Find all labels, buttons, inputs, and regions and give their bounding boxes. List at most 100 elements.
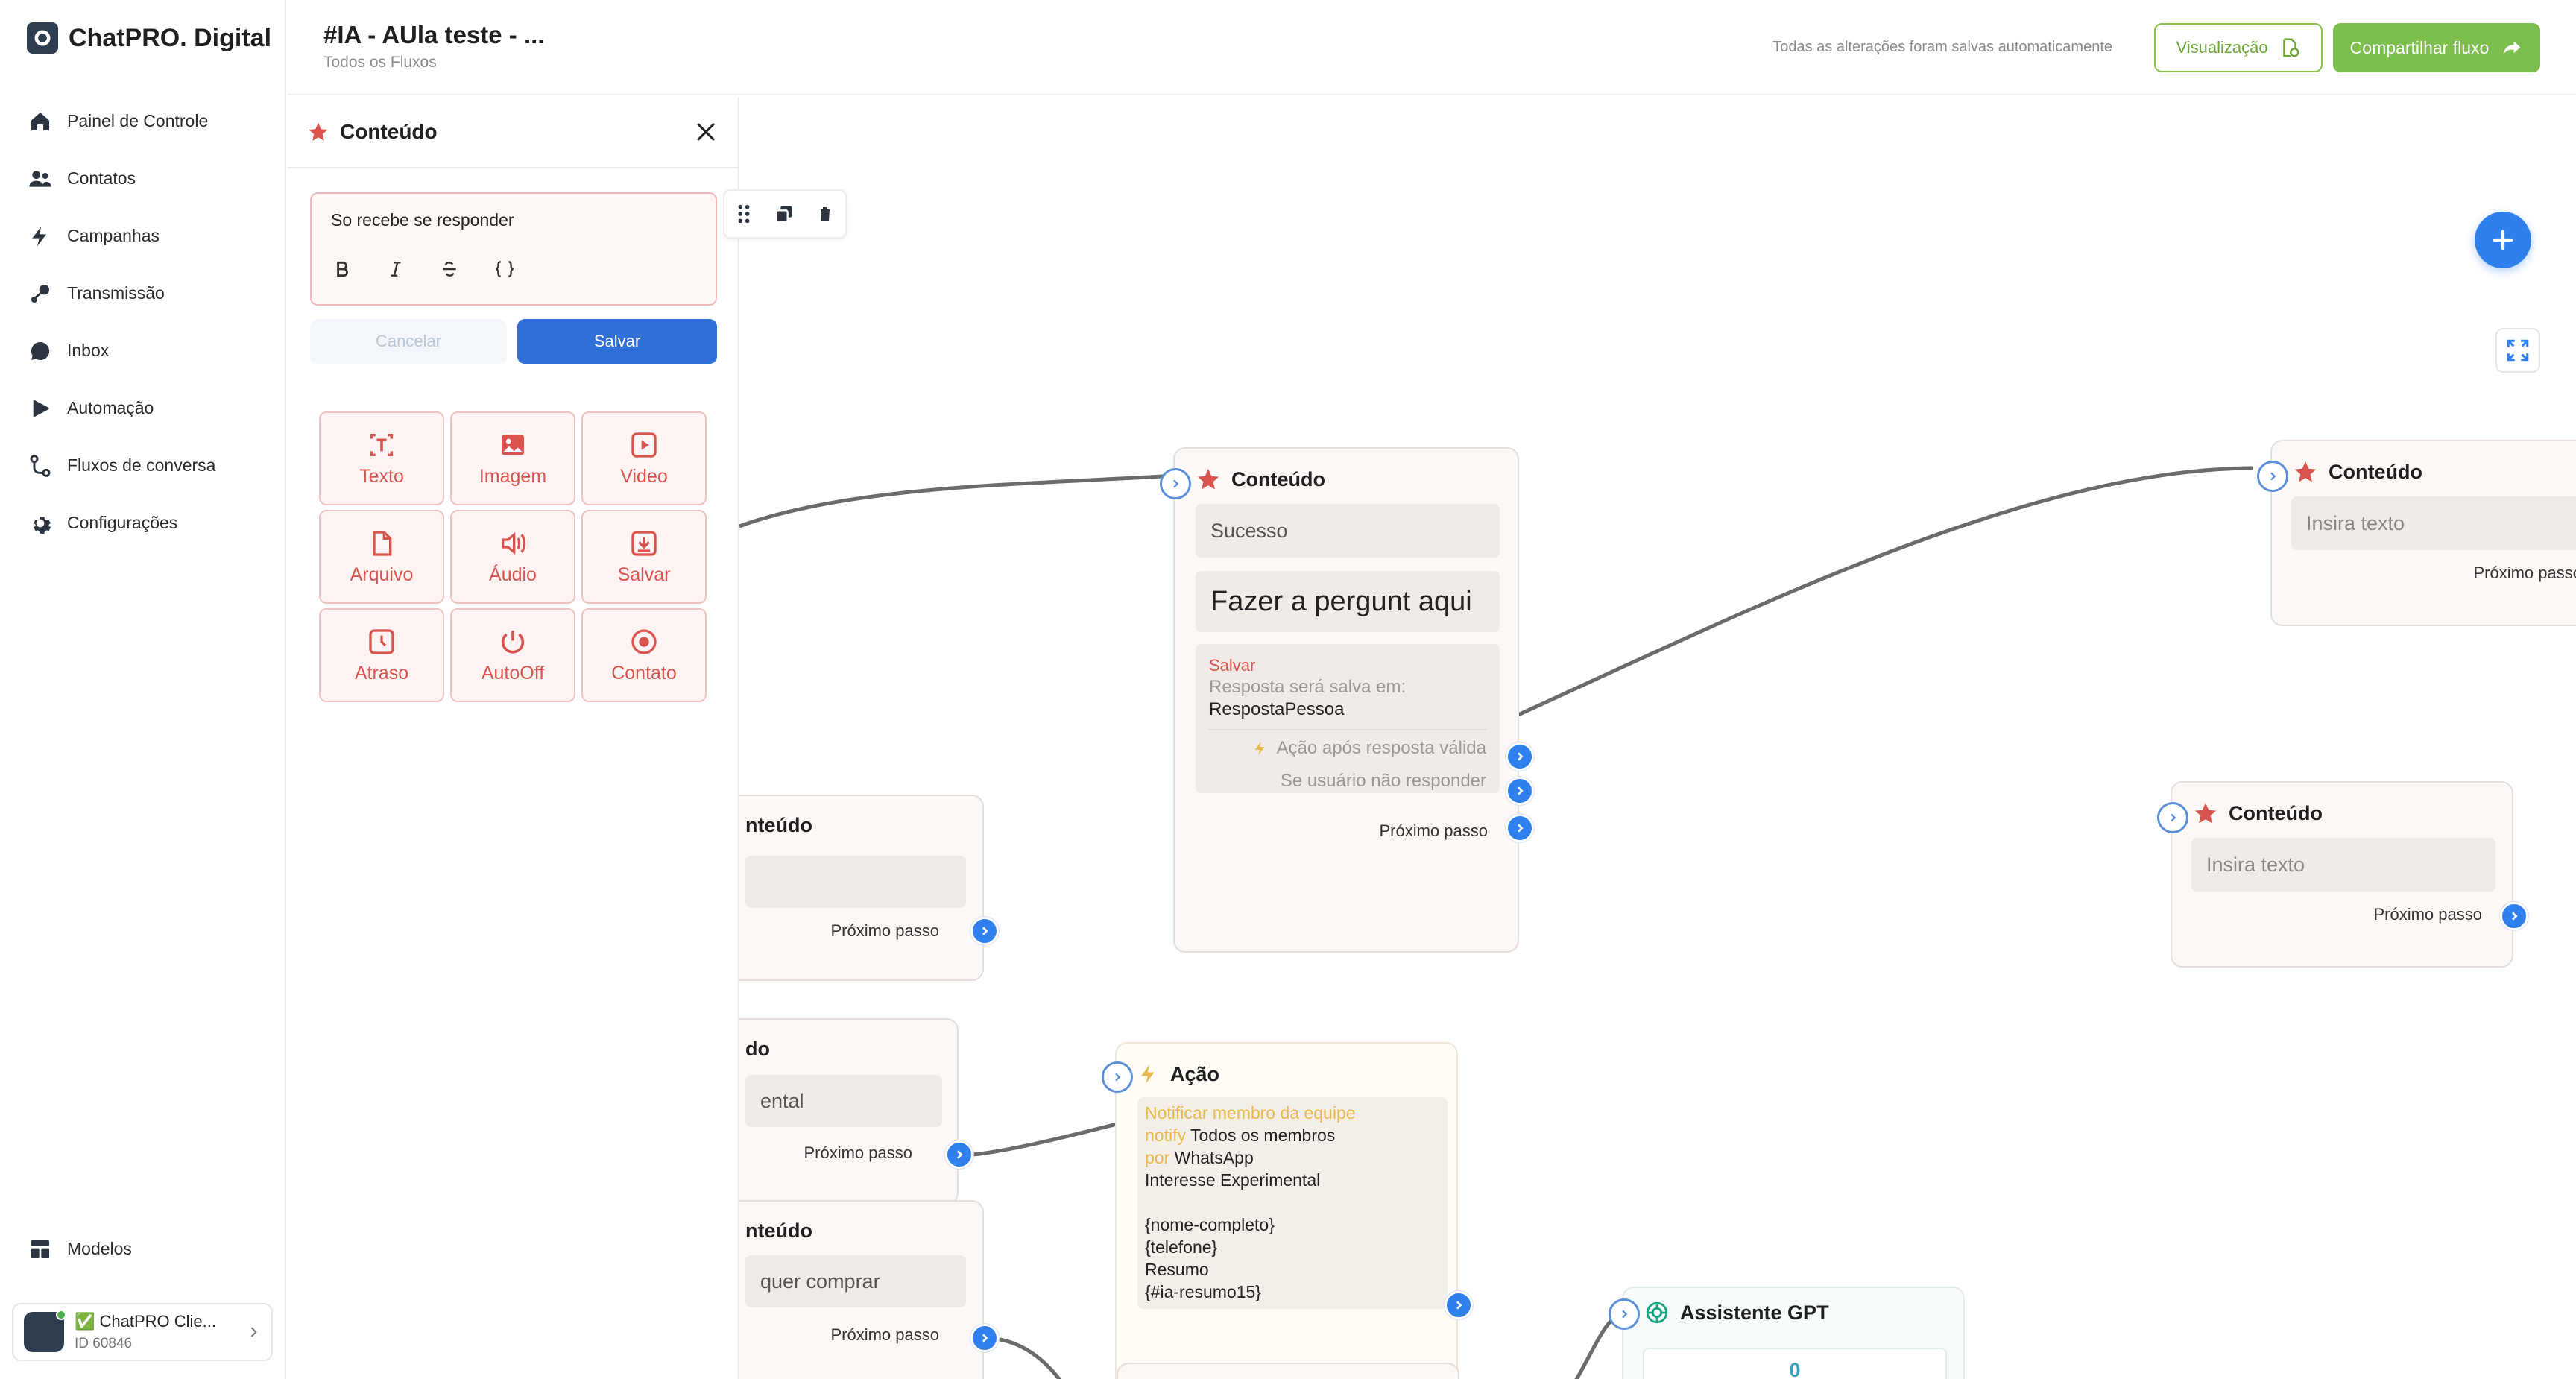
trash-icon[interactable] [816, 203, 834, 224]
star-icon [2193, 801, 2218, 826]
account-avatar [24, 1310, 66, 1352]
share-icon [2501, 37, 2523, 59]
node-partial-bottom[interactable] [1117, 1363, 1459, 1379]
strikethrough-icon[interactable] [440, 259, 459, 279]
bold-icon[interactable] [332, 259, 352, 279]
node-field[interactable] [745, 856, 966, 908]
preview-button[interactable]: Visualização [2154, 23, 2323, 72]
account-id: ID 60846 [75, 1336, 133, 1351]
tile-audio[interactable]: Áudio [450, 510, 575, 604]
close-icon[interactable] [693, 119, 719, 145]
nav-label: Modelos [67, 1239, 132, 1258]
node-field[interactable]: quer comprar [745, 1255, 966, 1307]
input-port[interactable] [1160, 468, 1191, 499]
block-toolbar [723, 189, 847, 239]
tile-delay[interactable]: Atraso [319, 608, 444, 702]
tile-video[interactable]: Video [581, 411, 707, 505]
output-port[interactable] [970, 917, 999, 945]
duplicate-icon[interactable] [774, 203, 795, 224]
node-title-text: Ação [1170, 1062, 1220, 1085]
fullscreen-button[interactable] [2496, 328, 2540, 373]
node-text-input[interactable]: Insira texto [2291, 496, 2576, 550]
nav-item-flows[interactable]: Fluxos de conversa [27, 437, 215, 494]
add-node-button[interactable] [2475, 212, 2531, 268]
output-port[interactable] [1445, 1291, 1473, 1319]
main-nav: Painel de Controle Contatos Campanhas Tr… [27, 92, 215, 552]
share-label: Compartilhar fluxo [2349, 37, 2490, 57]
action-node[interactable]: Ação Notificar membro da equipe notify T… [1102, 1042, 1473, 1379]
nav-item-settings[interactable]: Configurações [27, 494, 215, 552]
nav-item-dashboard[interactable]: Painel de Controle [27, 92, 215, 150]
italic-icon[interactable] [386, 259, 405, 279]
node-field-text: Sucesso [1210, 519, 1288, 542]
node-placeholder: Insira texto [2206, 853, 2305, 876]
gpt-counter: 0 [1643, 1348, 1947, 1379]
notify-line [1145, 1191, 1440, 1214]
message-editor[interactable]: So recebe se responder [310, 192, 717, 306]
gpt-assistant-node[interactable]: Assistente GPT 0 [1609, 1287, 1965, 1379]
code-braces-icon[interactable] [493, 259, 516, 279]
nav-label: Campanhas [67, 226, 160, 245]
content-node-mid-right[interactable]: Conteúdo Insira texto Próximo passo [2157, 781, 2528, 968]
nav-label: Painel de Controle [67, 111, 209, 130]
output-port[interactable] [1506, 814, 1534, 842]
output-port[interactable] [945, 1140, 973, 1169]
notify-channel: WhatsApp [1174, 1148, 1254, 1167]
nav-item-broadcast[interactable]: Transmissão [27, 265, 215, 322]
input-port[interactable] [2257, 461, 2288, 492]
brand[interactable]: ChatPRO. Digital [27, 22, 271, 54]
nav-item-templates[interactable]: Modelos [27, 1220, 132, 1278]
bolt-icon [1137, 1061, 1160, 1087]
nav-item-automation[interactable]: Automação [27, 379, 215, 437]
notify-box[interactable]: Notificar membro da equipe notify Todos … [1137, 1097, 1448, 1309]
gpt-counter-value: 0 [1789, 1358, 1801, 1379]
next-step-label: Próximo passo [2373, 905, 2482, 924]
contact-icon [629, 627, 659, 657]
tile-label: Arquivo [350, 564, 414, 585]
nav-item-inbox[interactable]: Inbox [27, 322, 215, 379]
tile-text[interactable]: Texto [319, 411, 444, 505]
tile-file[interactable]: Arquivo [319, 510, 444, 604]
audio-icon [498, 528, 528, 558]
nav-item-contacts[interactable]: Contatos [27, 150, 215, 207]
panel-header: Conteúdo [288, 97, 738, 168]
content-node-main[interactable]: Conteúdo Sucesso Fazer a pergunt aqui Sa… [1160, 447, 1534, 953]
no-reply-port[interactable] [1506, 777, 1534, 805]
node-title-text: do [745, 1038, 770, 1060]
input-port[interactable] [2157, 802, 2188, 833]
share-flow-button[interactable]: Compartilhar fluxo [2333, 23, 2540, 72]
nav-label: Configurações [67, 513, 178, 532]
node-field[interactable]: ental [745, 1075, 942, 1127]
nav-item-campaigns[interactable]: Campanhas [27, 207, 215, 265]
tile-save[interactable]: Salvar [581, 510, 707, 604]
input-port[interactable] [1609, 1298, 1640, 1330]
tile-contact[interactable]: Contato [581, 608, 707, 702]
next-step-label: Próximo passo [1379, 821, 1488, 840]
tile-autooff[interactable]: AutoOff [450, 608, 575, 702]
node-field-question[interactable]: Fazer a pergunt aqui [1196, 571, 1500, 632]
account-name: ✅ ChatPRO Clie... [75, 1312, 216, 1331]
star-icon [1196, 467, 1221, 492]
valid-action-label: Ação após resposta válida [1276, 738, 1486, 758]
tile-label: Salvar [617, 564, 671, 585]
tile-image[interactable]: Imagem [450, 411, 575, 505]
drag-handle-icon[interactable] [736, 203, 752, 224]
nav-label: Automação [67, 398, 154, 417]
output-port[interactable] [2500, 902, 2528, 930]
expand-icon [2505, 338, 2531, 363]
nav-label: Contatos [67, 168, 136, 188]
flow-title[interactable]: #IA - AUla teste - ... [323, 21, 544, 49]
save-button[interactable]: Salvar [517, 319, 717, 364]
output-port[interactable] [970, 1324, 999, 1352]
save-response-box[interactable]: Salvar Resposta será salva em: RespostaP… [1196, 644, 1500, 793]
input-port[interactable] [1102, 1061, 1133, 1093]
valid-action-port[interactable] [1506, 742, 1534, 771]
node-text-input[interactable]: Insira texto [2191, 838, 2496, 892]
account-switcher[interactable]: ✅ ChatPRO Clie... ID 60846 [12, 1303, 273, 1361]
node-field-success[interactable]: Sucesso [1196, 504, 1500, 558]
content-node-top-right[interactable]: Conteúdo Insira texto Próximo passo [2257, 440, 2576, 626]
editor-text[interactable]: So recebe se responder [331, 210, 514, 230]
breadcrumb[interactable]: Todos os Fluxos [323, 54, 437, 72]
tile-label: Áudio [489, 564, 537, 585]
cancel-button[interactable]: Cancelar [310, 319, 507, 364]
